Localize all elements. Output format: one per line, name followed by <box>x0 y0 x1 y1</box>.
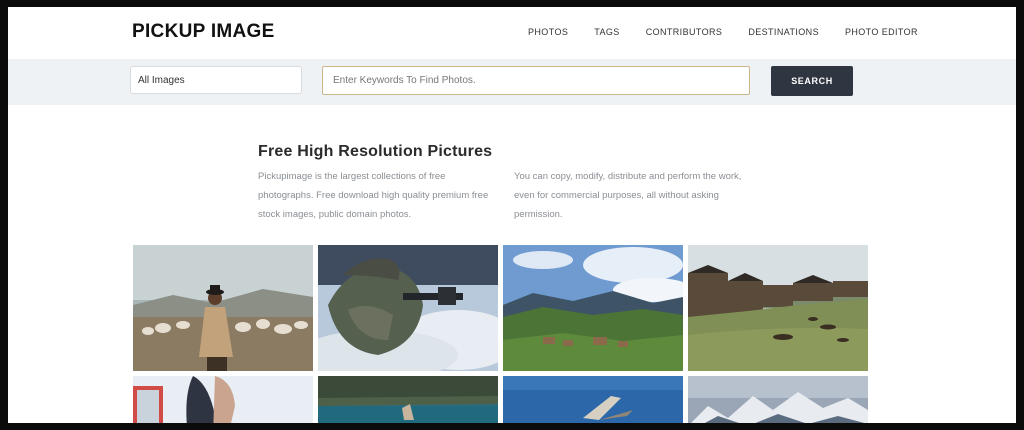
main-nav: PHOTOS TAGS CONTRIBUTORS DESTINATIONS PH… <box>528 27 944 37</box>
photo-woman-with-sheep[interactable] <box>133 245 313 371</box>
photo-river-town[interactable] <box>688 245 868 371</box>
photo-snow-mountains[interactable] <box>688 376 868 423</box>
photo-soldier[interactable] <box>318 245 498 371</box>
site-logo[interactable]: PICKUP IMAGE <box>132 21 275 43</box>
photo-mountain-village[interactable] <box>503 245 683 371</box>
photo-seabird[interactable] <box>503 376 683 423</box>
search-button[interactable]: SEARCH <box>771 66 853 96</box>
nav-destinations[interactable]: DESTINATIONS <box>748 27 819 37</box>
site-header: PICKUP IMAGE PHOTOS TAGS CONTRIBUTORS DE… <box>8 7 1016 59</box>
intro-title: Free High Resolution Pictures <box>258 143 493 160</box>
intro-text-right: You can copy, modify, distribute and per… <box>514 171 742 220</box>
search-bar: All Images SEARCH <box>8 59 1016 105</box>
nav-photos[interactable]: PHOTOS <box>528 27 568 37</box>
intro-text-left: Pickupimage is the largest collections o… <box>258 171 489 220</box>
search-input[interactable] <box>322 66 750 95</box>
photo-woman-city[interactable] <box>133 376 313 423</box>
photo-lake-swimmer[interactable] <box>318 376 498 423</box>
nav-tags[interactable]: TAGS <box>594 27 619 37</box>
category-select[interactable]: All Images <box>130 66 302 94</box>
nav-contributors[interactable]: CONTRIBUTORS <box>646 27 723 37</box>
nav-photo-editor[interactable]: PHOTO EDITOR <box>845 27 918 37</box>
page-frame: PICKUP IMAGE PHOTOS TAGS CONTRIBUTORS DE… <box>8 7 1016 423</box>
